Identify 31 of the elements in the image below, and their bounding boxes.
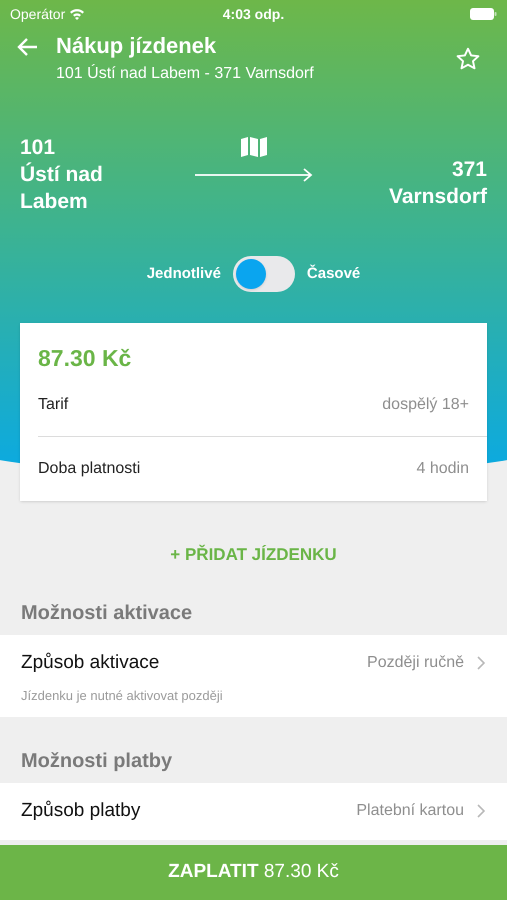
arrow-icon bbox=[194, 168, 314, 182]
row-label: Tarif bbox=[38, 394, 68, 414]
row-value: dospělý 18+ bbox=[382, 394, 469, 414]
option-row[interactable]: Způsob platby Platební kartou bbox=[0, 783, 507, 840]
option-value: Později ručně bbox=[367, 653, 464, 674]
option-label: Způsob platby bbox=[21, 799, 140, 823]
chevron-icon bbox=[476, 655, 486, 672]
option-note: Jízdenku je nutné aktivovat později bbox=[21, 686, 224, 705]
destination-stop: Varnsdorf bbox=[388, 184, 487, 210]
option-label: Způsob aktivace bbox=[21, 651, 160, 675]
option-value: Platební kartou bbox=[356, 801, 464, 822]
carrier-name: Operátor bbox=[10, 4, 66, 24]
destination-line-number: 371 bbox=[452, 157, 487, 183]
option-row[interactable]: Způsob aktivace Později ručně Jízdenku je nutné aktivovat později bbox=[0, 635, 507, 717]
route-subtitle: 101 Ústí nad Labem - 371 Varnsdorf bbox=[56, 63, 315, 84]
battery-icon bbox=[470, 8, 497, 20]
toggle-label: Časové bbox=[306, 264, 360, 284]
toggle-label: Jednotlivé bbox=[146, 264, 221, 284]
map-icon bbox=[240, 136, 268, 158]
status-time: 4:03 odp. bbox=[222, 6, 284, 22]
row-label: Doba platnosti bbox=[38, 459, 140, 479]
origin-line-number: 101 bbox=[20, 135, 56, 161]
origin-stop: Ústí nad Labem bbox=[20, 161, 104, 215]
chevron-icon bbox=[476, 803, 486, 820]
wifi-icon bbox=[69, 8, 86, 20]
row-value: 4 hodin bbox=[416, 459, 469, 479]
screen-title: Nákup jízdenek bbox=[56, 32, 218, 60]
section-header: Možnosti aktivace bbox=[21, 601, 192, 626]
map-button[interactable] bbox=[238, 134, 268, 160]
ticket-price: 87.30 Kč bbox=[38, 344, 132, 373]
section-header: Možnosti platby bbox=[21, 749, 172, 774]
